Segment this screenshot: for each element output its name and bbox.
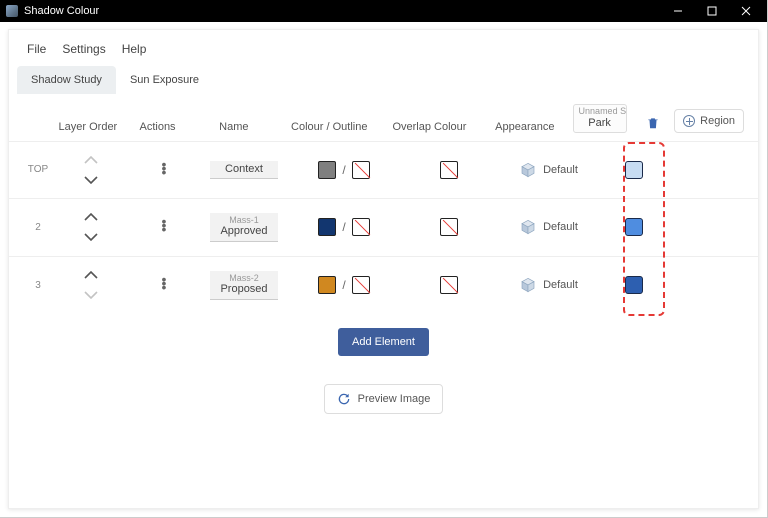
table-row: 3 ••• Mass-2 Proposed / bbox=[9, 256, 758, 314]
table-header: Layer Order Actions Name Colour / Outlin… bbox=[9, 94, 758, 141]
cube-icon bbox=[520, 277, 536, 293]
row-handle: TOP bbox=[23, 164, 53, 175]
cube-icon bbox=[520, 219, 536, 235]
menu-file[interactable]: File bbox=[27, 42, 46, 56]
row-actions-menu[interactable]: ••• bbox=[156, 162, 172, 178]
move-up-button[interactable] bbox=[84, 271, 98, 280]
region-name-prefix: Unnamed S bbox=[579, 107, 621, 117]
name-field[interactable]: Context bbox=[210, 161, 278, 180]
move-down-button[interactable] bbox=[84, 232, 98, 241]
menu-help[interactable]: Help bbox=[122, 42, 147, 56]
tabs: Shadow Study Sun Exposure bbox=[9, 66, 758, 94]
table-row: TOP ••• Context / De bbox=[9, 141, 758, 198]
header-overlap: Overlap Colour bbox=[382, 121, 477, 133]
move-up-button[interactable] bbox=[84, 156, 98, 165]
fill-colour-swatch[interactable] bbox=[318, 276, 336, 294]
appearance-value: Default bbox=[543, 279, 578, 291]
trash-icon bbox=[646, 116, 660, 130]
window-title: Shadow Colour bbox=[24, 5, 99, 17]
name-field[interactable]: Mass-1 Approved bbox=[210, 213, 278, 242]
region-name-value: Park bbox=[579, 117, 621, 129]
refresh-icon bbox=[337, 392, 351, 406]
header-layer-order: Layer Order bbox=[52, 121, 125, 133]
header-appearance: Appearance bbox=[477, 121, 572, 133]
cube-icon bbox=[520, 162, 536, 178]
move-up-button[interactable] bbox=[84, 213, 98, 222]
minimize-icon bbox=[673, 6, 683, 16]
move-down-button[interactable] bbox=[84, 290, 98, 299]
slash-separator: / bbox=[342, 278, 345, 292]
name-value: Approved bbox=[214, 225, 274, 238]
move-down-button[interactable] bbox=[84, 175, 98, 184]
table-row: 2 ••• Mass-1 Approved / bbox=[9, 198, 758, 256]
row-actions-menu[interactable]: ••• bbox=[156, 277, 172, 293]
titlebar: Shadow Colour bbox=[0, 0, 767, 22]
slash-separator: / bbox=[342, 163, 345, 177]
name-value: Context bbox=[214, 163, 274, 176]
tab-shadow-study[interactable]: Shadow Study bbox=[17, 66, 116, 94]
row-handle: 3 bbox=[23, 280, 53, 291]
preview-image-label: Preview Image bbox=[358, 393, 431, 405]
window-maximize-button[interactable] bbox=[695, 0, 729, 22]
maximize-icon bbox=[707, 6, 717, 16]
app-icon bbox=[6, 5, 18, 17]
overlap-colour-swatch[interactable] bbox=[440, 218, 458, 236]
name-field[interactable]: Mass-2 Proposed bbox=[210, 271, 278, 300]
app-card: File Settings Help Shadow Study Sun Expo… bbox=[8, 29, 759, 509]
tab-sun-exposure[interactable]: Sun Exposure bbox=[116, 66, 213, 94]
window-minimize-button[interactable] bbox=[661, 0, 695, 22]
add-element-button[interactable]: Add Element bbox=[338, 328, 429, 356]
overlap-colour-swatch[interactable] bbox=[440, 161, 458, 179]
menubar: File Settings Help bbox=[9, 30, 758, 66]
header-colour: Colour / Outline bbox=[277, 121, 382, 133]
appearance-value: Default bbox=[543, 221, 578, 233]
outline-colour-swatch[interactable] bbox=[352, 161, 370, 179]
overlap-colour-swatch[interactable] bbox=[440, 276, 458, 294]
row-handle: 2 bbox=[23, 222, 53, 233]
appearance-select[interactable]: Default bbox=[499, 219, 599, 235]
plus-circle-icon bbox=[683, 115, 695, 127]
header-actions: Actions bbox=[124, 121, 191, 133]
name-prefix: Mass-2 bbox=[214, 273, 274, 283]
region-colour-swatch[interactable] bbox=[625, 161, 643, 179]
outline-colour-swatch[interactable] bbox=[352, 276, 370, 294]
region-colour-swatch[interactable] bbox=[625, 218, 643, 236]
delete-region-button[interactable] bbox=[646, 121, 660, 133]
name-value: Proposed bbox=[214, 283, 274, 296]
close-icon bbox=[741, 6, 751, 16]
header-name: Name bbox=[191, 121, 277, 133]
region-name-field[interactable]: Unnamed S Park bbox=[573, 104, 627, 133]
fill-colour-swatch[interactable] bbox=[318, 218, 336, 236]
fill-colour-swatch[interactable] bbox=[318, 161, 336, 179]
add-region-label: Region bbox=[700, 115, 735, 127]
menu-settings[interactable]: Settings bbox=[62, 42, 105, 56]
outline-colour-swatch[interactable] bbox=[352, 218, 370, 236]
window-close-button[interactable] bbox=[729, 0, 763, 22]
row-actions-menu[interactable]: ••• bbox=[156, 219, 172, 235]
add-region-button[interactable]: Region bbox=[674, 109, 744, 133]
region-colour-swatch[interactable] bbox=[625, 276, 643, 294]
appearance-value: Default bbox=[543, 164, 578, 176]
name-prefix: Mass-1 bbox=[214, 215, 274, 225]
appearance-select[interactable]: Default bbox=[499, 162, 599, 178]
appearance-select[interactable]: Default bbox=[499, 277, 599, 293]
preview-image-button[interactable]: Preview Image bbox=[324, 384, 444, 414]
slash-separator: / bbox=[342, 220, 345, 234]
